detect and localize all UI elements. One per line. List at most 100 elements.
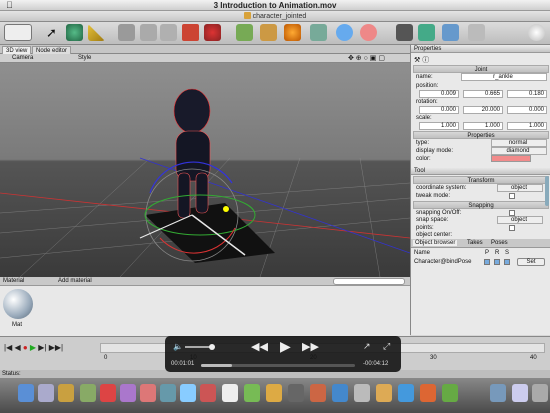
tweak-mode-checkbox[interactable] [509, 193, 515, 199]
documents-icon[interactable] [490, 384, 506, 402]
rotate-icon[interactable] [88, 24, 105, 41]
rotation-y-field[interactable]: 20.000 [463, 106, 503, 114]
pose-p-checkbox[interactable] [484, 259, 490, 265]
tab-poses[interactable]: Poses [491, 240, 508, 246]
render-icon[interactable] [284, 24, 301, 41]
remaining-time: -00:04:12 [363, 361, 389, 367]
photos-icon[interactable] [120, 384, 136, 402]
snap-space-label: snap space: [416, 217, 449, 223]
pose-row-name[interactable]: Character@bindPose [414, 259, 471, 265]
tab-takes[interactable]: Takes [467, 240, 483, 246]
snap-space-select[interactable]: object [497, 216, 543, 224]
box-icon[interactable] [118, 24, 135, 41]
menu-bar:  3 Introduction to Animation.mov [0, 0, 550, 11]
finder-icon[interactable] [18, 384, 34, 402]
tweak-mode-label: tweak mode: [416, 193, 451, 199]
safari-icon[interactable] [58, 384, 74, 402]
app-icon-3[interactable] [180, 384, 196, 402]
name-field[interactable]: r_ankle [461, 73, 547, 81]
cylinder-icon[interactable] [140, 24, 157, 41]
tool-icon[interactable] [468, 24, 485, 41]
app-icon-10[interactable] [354, 384, 370, 402]
scale-x-field[interactable]: 1.000 [419, 122, 459, 130]
scale-z-field[interactable]: 1.000 [507, 122, 547, 130]
rotation-label: rotation: [416, 99, 438, 105]
display-mode-label: display mode: [416, 148, 454, 154]
coordinate-system-select[interactable]: object [497, 184, 543, 192]
viewport-nav-icons[interactable]: ✥ ⊕ ○ ▣ ▢ [348, 54, 385, 62]
app-icon-5[interactable] [244, 384, 260, 402]
joint-icon[interactable] [204, 24, 221, 41]
settings-icon[interactable] [310, 24, 327, 41]
select-icon[interactable]: ➚ [46, 24, 63, 41]
pose-s-checkbox[interactable] [504, 259, 510, 265]
app-icon-6[interactable] [266, 384, 282, 402]
volume-knob[interactable] [209, 344, 215, 350]
app-icon-7[interactable] [288, 384, 304, 402]
downloads-icon[interactable] [512, 384, 528, 402]
torus-icon[interactable] [236, 24, 253, 41]
light-icon[interactable] [336, 24, 353, 41]
rotation-x-field[interactable]: 0.000 [419, 106, 459, 114]
tab-object-browser[interactable]: Object browser [413, 240, 458, 246]
tab-3d-view[interactable]: 3D view [2, 46, 32, 54]
image-icon[interactable] [442, 24, 459, 41]
scrubber-fill [201, 364, 232, 367]
browser-tabs: Object browser Takes Poses [411, 239, 550, 248]
viewport-bar: Camera Style ✥ ⊕ ○ ▣ ▢ [0, 54, 410, 63]
add-material-button[interactable]: Add material [58, 278, 92, 284]
mail-icon[interactable] [80, 384, 96, 402]
cone-icon[interactable] [182, 24, 199, 41]
style-menu[interactable]: Style [78, 55, 91, 61]
pose-set-button[interactable]: Set [517, 258, 545, 266]
points-checkbox[interactable] [509, 225, 515, 231]
app-icon[interactable] [140, 384, 156, 402]
fullscreen-icon[interactable]: ⤢ [383, 341, 390, 352]
app-icon-13[interactable] [420, 384, 436, 402]
fast-forward-button[interactable]: ▶▶ [302, 340, 319, 353]
wrench-icon[interactable]: ⚒ ⓘ [414, 55, 429, 65]
rewind-button[interactable]: ◀◀ [251, 340, 268, 353]
material-search-input[interactable] [333, 278, 405, 285]
calendar-icon[interactable] [222, 384, 238, 402]
pose-r-checkbox[interactable] [494, 259, 500, 265]
position-y-field[interactable]: 0.665 [463, 90, 503, 98]
film-icon[interactable] [396, 24, 413, 41]
color-swatch[interactable] [491, 155, 531, 162]
camera-menu[interactable]: Camera [12, 55, 33, 61]
app-icon-8[interactable] [310, 384, 326, 402]
trash-icon[interactable] [532, 384, 548, 402]
position-z-field[interactable]: 0.180 [507, 90, 547, 98]
app-icon-9[interactable] [332, 384, 348, 402]
material-icon[interactable] [260, 24, 277, 41]
app-icon-11[interactable] [376, 384, 392, 402]
dashboard-icon[interactable] [38, 384, 54, 402]
play-button[interactable]: ▶ [280, 338, 291, 355]
tab-node-editor[interactable]: Node editor [32, 46, 72, 54]
scrubber-track[interactable] [201, 364, 355, 367]
transport-controls[interactable]: |◀ ◀ ● ▶ ▶| ▶▶| [4, 343, 63, 352]
camera-icon[interactable] [360, 24, 377, 41]
help-icon[interactable] [528, 24, 545, 41]
elapsed-time: 00:01:01 [171, 361, 195, 367]
rotation-z-field[interactable]: 0.000 [507, 106, 547, 114]
volume-icon[interactable]: 🔈 [173, 342, 183, 351]
display-mode-select[interactable]: diamond [491, 147, 547, 155]
type-select[interactable]: normal [491, 139, 547, 147]
type-label: type: [416, 140, 430, 146]
app-icon-4[interactable] [200, 384, 216, 402]
share-icon[interactable]: ↗ [363, 341, 371, 352]
view-mode-selector[interactable] [4, 24, 32, 41]
position-x-field[interactable]: 0.009 [419, 90, 459, 98]
scale-y-field[interactable]: 1.000 [463, 122, 503, 130]
itunes-icon[interactable] [100, 384, 116, 402]
app-icon-14[interactable] [442, 384, 458, 402]
move-icon[interactable] [66, 24, 83, 41]
material-swatch[interactable] [3, 289, 33, 319]
tool-scrollbar[interactable] [545, 176, 549, 206]
3d-viewport[interactable] [0, 63, 410, 277]
app-icon-12[interactable] [398, 384, 414, 402]
app-icon-2[interactable] [160, 384, 176, 402]
sphere-icon[interactable] [160, 24, 177, 41]
grid-icon[interactable] [418, 24, 435, 41]
